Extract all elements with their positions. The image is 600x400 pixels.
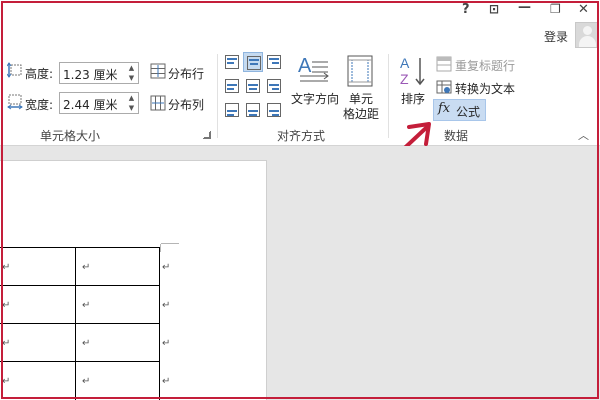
align-middle-right-button[interactable] bbox=[264, 76, 284, 96]
document-page[interactable] bbox=[0, 160, 267, 400]
distribute-rows-icon[interactable] bbox=[150, 63, 166, 79]
sort-az-icon[interactable]: A Z bbox=[398, 54, 428, 88]
width-spinner[interactable]: 2.44 厘米 ▲ ▼ bbox=[59, 92, 139, 114]
align-bottom-right-button[interactable] bbox=[264, 100, 284, 120]
table-border bbox=[0, 361, 160, 362]
row-end-mark: ↵ bbox=[162, 338, 171, 349]
cell-end-mark: ↵ bbox=[2, 338, 11, 349]
ribbon-display-options-button[interactable]: ⊡ bbox=[489, 2, 499, 16]
row-end-mark: ↵ bbox=[162, 376, 171, 387]
height-spinner[interactable]: 1.23 厘米 ▲ ▼ bbox=[59, 62, 139, 84]
table-border bbox=[0, 323, 160, 324]
margin-corner-mark bbox=[161, 243, 179, 244]
cell-size-group-label: 单元格大小 bbox=[40, 129, 101, 143]
cell-end-mark: ↵ bbox=[2, 376, 11, 387]
cell-end-mark: ↵ bbox=[82, 376, 91, 387]
cell-end-mark: ↵ bbox=[2, 300, 11, 311]
row-height-icon bbox=[7, 62, 22, 78]
margin-corner-mark bbox=[160, 244, 161, 252]
column-width-icon bbox=[7, 94, 23, 110]
signin-link[interactable]: 登录 bbox=[544, 28, 568, 45]
cell-margins-icon[interactable] bbox=[347, 55, 373, 87]
convert-to-text-button[interactable]: 转换为文本 bbox=[455, 80, 515, 97]
help-button[interactable]: ? bbox=[462, 2, 470, 17]
align-top-left-button[interactable] bbox=[222, 52, 242, 72]
restore-button[interactable]: ❐ bbox=[550, 2, 561, 16]
sort-button[interactable]: 排序 bbox=[398, 90, 428, 107]
row-end-mark: ↵ bbox=[162, 262, 171, 273]
align-bottom-left-button[interactable] bbox=[222, 100, 242, 120]
alignment-group-label: 对齐方式 bbox=[277, 129, 326, 143]
user-avatar-icon[interactable] bbox=[575, 22, 599, 48]
width-value[interactable]: 2.44 厘米 bbox=[63, 96, 118, 113]
svg-text:A: A bbox=[298, 55, 312, 77]
dialog-launcher-icon[interactable] bbox=[203, 131, 211, 139]
svg-text:A: A bbox=[400, 55, 410, 71]
height-spin-arrows-icon[interactable]: ▲ ▼ bbox=[124, 63, 138, 83]
distribute-columns-button[interactable]: 分布列 bbox=[168, 96, 204, 113]
table-border bbox=[0, 285, 160, 286]
width-label: 宽度: bbox=[25, 98, 54, 112]
table-border bbox=[0, 247, 160, 248]
cell-end-mark: ↵ bbox=[82, 262, 91, 273]
text-direction-icon[interactable]: A bbox=[296, 54, 332, 88]
table-border bbox=[75, 247, 76, 400]
cell-end-mark: ↵ bbox=[82, 338, 91, 349]
align-bottom-center-button[interactable] bbox=[243, 100, 263, 120]
distribute-rows-button[interactable]: 分布行 bbox=[168, 65, 204, 82]
close-button[interactable]: ✕ bbox=[578, 2, 589, 17]
align-top-center-button[interactable] bbox=[243, 52, 263, 72]
distribute-columns-icon[interactable] bbox=[150, 95, 166, 111]
collapse-ribbon-icon[interactable]: ︿ bbox=[578, 127, 589, 143]
text-direction-button[interactable]: 文字方向 bbox=[289, 90, 341, 107]
svg-text:Z: Z bbox=[400, 71, 409, 87]
row-end-mark: ↵ bbox=[162, 300, 171, 311]
table-border bbox=[159, 247, 160, 400]
align-middle-center-button[interactable] bbox=[243, 76, 263, 96]
data-group-label: 数据 bbox=[444, 129, 469, 143]
fx-icon: fx bbox=[438, 101, 451, 116]
minimize-button[interactable]: — bbox=[518, 0, 531, 15]
repeat-header-rows-icon bbox=[436, 56, 452, 72]
convert-to-text-icon bbox=[436, 80, 452, 94]
height-value[interactable]: 1.23 厘米 bbox=[63, 66, 118, 83]
height-label: 高度: bbox=[25, 67, 54, 81]
cell-end-mark: ↵ bbox=[2, 262, 11, 273]
formula-button[interactable]: 公式 bbox=[456, 103, 480, 120]
repeat-header-rows-button[interactable]: 重复标题行 bbox=[455, 57, 515, 74]
group-separator bbox=[217, 54, 218, 138]
width-spin-arrows-icon[interactable]: ▲ ▼ bbox=[124, 93, 138, 113]
align-top-right-button[interactable] bbox=[264, 52, 284, 72]
cell-end-mark: ↵ bbox=[82, 300, 91, 311]
align-middle-left-button[interactable] bbox=[222, 76, 242, 96]
